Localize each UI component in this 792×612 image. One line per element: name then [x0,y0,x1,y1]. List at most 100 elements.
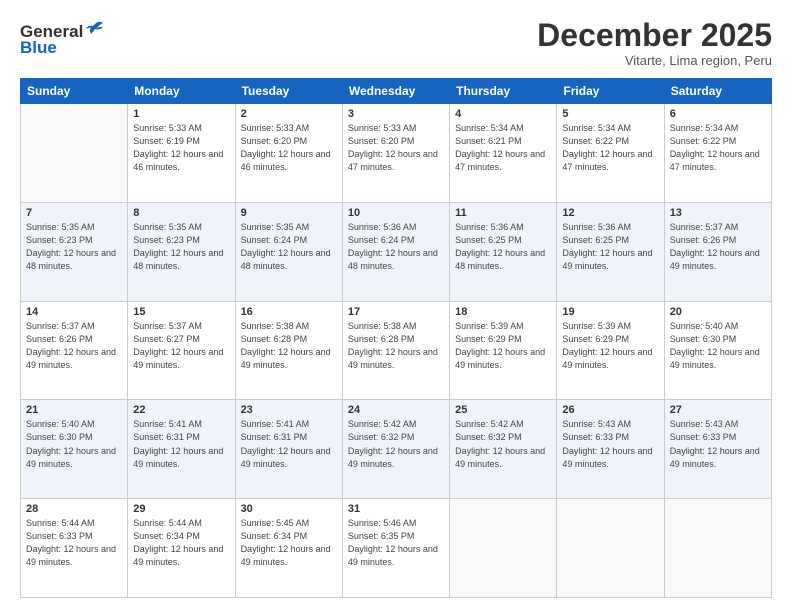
day-info: Sunrise: 5:33 AMSunset: 6:20 PMDaylight:… [241,122,337,174]
day-info: Sunrise: 5:41 AMSunset: 6:31 PMDaylight:… [241,418,337,470]
calendar-cell: 27Sunrise: 5:43 AMSunset: 6:33 PMDayligh… [664,400,771,499]
calendar-cell: 7 Sunrise: 5:35 AMSunset: 6:23 PMDaylight… [21,202,128,301]
calendar-cell: 23Sunrise: 5:41 AMSunset: 6:31 PMDayligh… [235,400,342,499]
calendar-cell [557,499,664,598]
calendar-cell: 13 Sunrise: 5:37 AMSunset: 6:26 PMDayligh… [664,202,771,301]
day-info: Sunrise: 5:42 AMSunset: 6:32 PMDaylight:… [348,418,444,470]
day-info: Sunrise: 5:41 AMSunset: 6:31 PMDaylight:… [133,418,229,470]
day-info: Sunrise: 5:46 AMSunset: 6:35 PMDaylight:… [348,517,444,569]
day-number: 15 [133,306,229,318]
calendar-cell: 11Sunrise: 5:36 AMSunset: 6:25 PMDayligh… [450,202,557,301]
calendar-cell: 20 Sunrise: 5:40 AMSunset: 6:30 PMDayligh… [664,301,771,400]
day-number: 29 [133,503,229,515]
calendar-cell: 21 Sunrise: 5:40 AMSunset: 6:30 PMDayligh… [21,400,128,499]
day-number: 13 [670,207,766,219]
day-number: 16 [241,306,337,318]
calendar-cell: 14Sunrise: 5:37 AMSunset: 6:26 PMDayligh… [21,301,128,400]
calendar-cell: 2 Sunrise: 5:33 AMSunset: 6:20 PMDaylight… [235,104,342,203]
title-block: December 2025 Vitarte, Lima region, Peru [537,18,772,68]
weekday-header-friday: Friday [557,79,664,104]
calendar-cell: 30 Sunrise: 5:45 AMSunset: 6:34 PMDayligh… [235,499,342,598]
day-info: Sunrise: 5:34 AMSunset: 6:22 PMDaylight:… [562,122,658,174]
calendar-week-row-0: 1 Sunrise: 5:33 AMSunset: 6:19 PMDaylight… [21,104,772,203]
day-info: Sunrise: 5:37 AMSunset: 6:27 PMDaylight:… [133,320,229,372]
day-number: 21 [26,404,122,416]
day-number: 5 [562,108,658,120]
day-info: Sunrise: 5:36 AMSunset: 6:24 PMDaylight:… [348,221,444,273]
logo: General Blue [20,22,105,58]
day-number: 2 [241,108,337,120]
day-info: Sunrise: 5:34 AMSunset: 6:22 PMDaylight:… [670,122,766,174]
day-number: 22 [133,404,229,416]
header: General Blue December 2025 Vitarte, Lima… [20,18,772,68]
day-info: Sunrise: 5:39 AMSunset: 6:29 PMDaylight:… [562,320,658,372]
weekday-header-tuesday: Tuesday [235,79,342,104]
weekday-header-saturday: Saturday [664,79,771,104]
calendar-cell: 18Sunrise: 5:39 AMSunset: 6:29 PMDayligh… [450,301,557,400]
day-info: Sunrise: 5:43 AMSunset: 6:33 PMDaylight:… [670,418,766,470]
day-info: Sunrise: 5:40 AMSunset: 6:30 PMDaylight:… [26,418,122,470]
day-number: 9 [241,207,337,219]
calendar-cell: 15 Sunrise: 5:37 AMSunset: 6:27 PMDayligh… [128,301,235,400]
day-number: 4 [455,108,551,120]
calendar-cell: 28 Sunrise: 5:44 AMSunset: 6:33 PMDayligh… [21,499,128,598]
calendar-cell: 6 Sunrise: 5:34 AMSunset: 6:22 PMDaylight… [664,104,771,203]
month-title: December 2025 [537,18,772,53]
weekday-header-row: SundayMondayTuesdayWednesdayThursdayFrid… [21,79,772,104]
day-info: Sunrise: 5:40 AMSunset: 6:30 PMDaylight:… [670,320,766,372]
day-number: 30 [241,503,337,515]
calendar-cell [450,499,557,598]
calendar-cell: 3Sunrise: 5:33 AMSunset: 6:20 PMDaylight… [342,104,449,203]
day-info: Sunrise: 5:35 AMSunset: 6:23 PMDaylight:… [133,221,229,273]
day-info: Sunrise: 5:45 AMSunset: 6:34 PMDaylight:… [241,517,337,569]
calendar-table: SundayMondayTuesdayWednesdayThursdayFrid… [20,78,772,598]
calendar-cell: 31 Sunrise: 5:46 AMSunset: 6:35 PMDayligh… [342,499,449,598]
day-info: Sunrise: 5:37 AMSunset: 6:26 PMDaylight:… [670,221,766,273]
calendar-cell: 9 Sunrise: 5:35 AMSunset: 6:24 PMDaylight… [235,202,342,301]
day-number: 10 [348,207,444,219]
day-number: 8 [133,207,229,219]
calendar-cell: 19 Sunrise: 5:39 AMSunset: 6:29 PMDayligh… [557,301,664,400]
day-info: Sunrise: 5:35 AMSunset: 6:23 PMDaylight:… [26,221,122,273]
calendar-cell [21,104,128,203]
calendar-cell: 10 Sunrise: 5:36 AMSunset: 6:24 PMDayligh… [342,202,449,301]
calendar-cell: 22 Sunrise: 5:41 AMSunset: 6:31 PMDayligh… [128,400,235,499]
day-info: Sunrise: 5:34 AMSunset: 6:21 PMDaylight:… [455,122,551,174]
day-number: 28 [26,503,122,515]
calendar-cell: 12Sunrise: 5:36 AMSunset: 6:25 PMDayligh… [557,202,664,301]
weekday-header-monday: Monday [128,79,235,104]
day-number: 7 [26,207,122,219]
location-subtitle: Vitarte, Lima region, Peru [537,53,772,68]
day-number: 26 [562,404,658,416]
calendar-cell: 26 Sunrise: 5:43 AMSunset: 6:33 PMDayligh… [557,400,664,499]
day-info: Sunrise: 5:38 AMSunset: 6:28 PMDaylight:… [241,320,337,372]
day-number: 20 [670,306,766,318]
day-info: Sunrise: 5:33 AMSunset: 6:20 PMDaylight:… [348,122,444,174]
day-number: 24 [348,404,444,416]
calendar-cell: 17Sunrise: 5:38 AMSunset: 6:28 PMDayligh… [342,301,449,400]
day-number: 6 [670,108,766,120]
day-info: Sunrise: 5:43 AMSunset: 6:33 PMDaylight:… [562,418,658,470]
calendar-cell: 8 Sunrise: 5:35 AMSunset: 6:23 PMDaylight… [128,202,235,301]
day-number: 17 [348,306,444,318]
day-number: 25 [455,404,551,416]
day-info: Sunrise: 5:44 AMSunset: 6:34 PMDaylight:… [133,517,229,569]
calendar-cell: 29 Sunrise: 5:44 AMSunset: 6:34 PMDayligh… [128,499,235,598]
logo-bird-icon [85,20,105,40]
day-info: Sunrise: 5:33 AMSunset: 6:19 PMDaylight:… [133,122,229,174]
weekday-header-thursday: Thursday [450,79,557,104]
day-info: Sunrise: 5:44 AMSunset: 6:33 PMDaylight:… [26,517,122,569]
day-info: Sunrise: 5:36 AMSunset: 6:25 PMDaylight:… [562,221,658,273]
calendar-week-row-1: 7 Sunrise: 5:35 AMSunset: 6:23 PMDaylight… [21,202,772,301]
day-number: 19 [562,306,658,318]
calendar-cell [664,499,771,598]
day-info: Sunrise: 5:35 AMSunset: 6:24 PMDaylight:… [241,221,337,273]
calendar-cell: 1 Sunrise: 5:33 AMSunset: 6:19 PMDaylight… [128,104,235,203]
calendar-week-row-4: 28 Sunrise: 5:44 AMSunset: 6:33 PMDayligh… [21,499,772,598]
day-number: 18 [455,306,551,318]
day-number: 31 [348,503,444,515]
calendar-cell: 5 Sunrise: 5:34 AMSunset: 6:22 PMDaylight… [557,104,664,203]
day-number: 1 [133,108,229,120]
weekday-header-sunday: Sunday [21,79,128,104]
day-number: 14 [26,306,122,318]
